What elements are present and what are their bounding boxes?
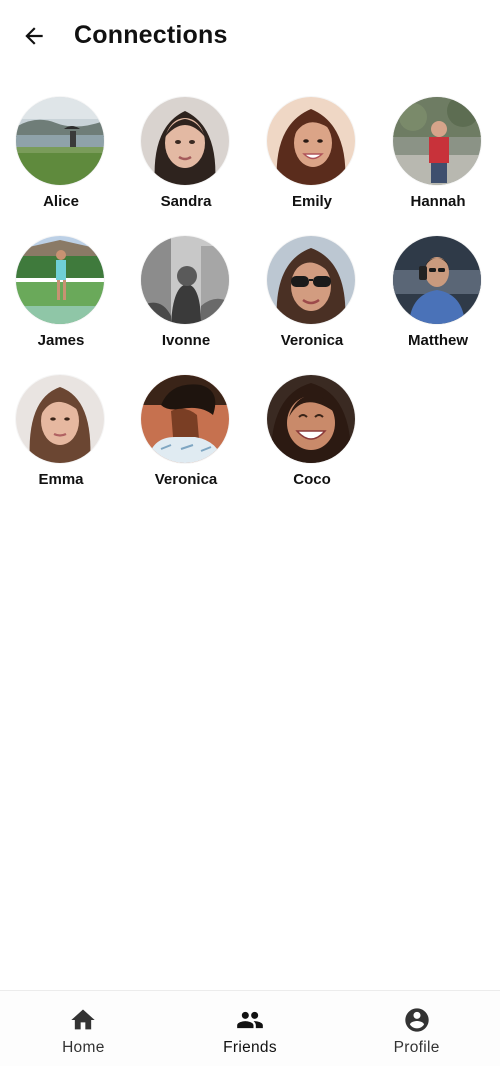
connection-item[interactable]: Hannah (383, 97, 493, 217)
connection-name: Veronica (280, 332, 344, 349)
connection-item[interactable]: Emily (257, 97, 367, 217)
avatar (141, 236, 229, 324)
connection-name: Matthew (408, 332, 468, 349)
connection-name: Sandra (160, 193, 212, 210)
avatar (267, 375, 355, 463)
app-header: Connections (0, 0, 500, 70)
connection-name: Alice (43, 193, 79, 210)
avatar (393, 97, 481, 185)
connection-name: Emma (38, 471, 84, 488)
arrow-left-icon (25, 27, 43, 45)
connection-item[interactable]: James (6, 236, 116, 356)
connection-item[interactable]: Sandra (131, 97, 241, 217)
connection-item[interactable]: Emma (6, 375, 116, 495)
connection-item[interactable]: Veronica (257, 236, 367, 356)
connection-item[interactable]: Matthew (383, 236, 493, 356)
avatar (141, 97, 229, 185)
avatar (393, 236, 481, 324)
people-icon (237, 1011, 263, 1029)
connection-name: Ivonne (161, 332, 211, 349)
connections-screen: Connections Alice Sandra Emily Hannah Ja… (0, 0, 500, 1066)
connection-name: Veronica (154, 471, 218, 488)
account-circle-icon (405, 1008, 429, 1032)
home-icon (71, 1009, 95, 1030)
connection-name: Coco (293, 471, 331, 488)
connection-item[interactable]: Veronica (131, 375, 241, 495)
avatar (267, 236, 355, 324)
connection-item[interactable]: Ivonne (131, 236, 241, 356)
avatar (267, 97, 355, 185)
connection-item[interactable]: Coco (257, 375, 367, 495)
avatar (16, 97, 104, 185)
nav-home[interactable]: Home (0, 991, 167, 1066)
nav-friends[interactable]: Friends (167, 991, 334, 1066)
avatar (141, 375, 229, 463)
back-button[interactable] (14, 16, 54, 56)
avatar (16, 375, 104, 463)
connection-name: Hannah (410, 193, 466, 210)
connection-name: James (37, 332, 85, 349)
page-title: Connections (74, 21, 228, 49)
nav-home-label: Home (62, 1039, 105, 1056)
nav-friends-label: Friends (223, 1039, 277, 1056)
bottom-navigation: Home Friends Profile (0, 990, 500, 1066)
nav-profile-label: Profile (393, 1039, 440, 1056)
connection-item[interactable]: Alice (6, 97, 116, 217)
avatar (16, 236, 104, 324)
connection-name: Emily (291, 193, 333, 210)
nav-profile[interactable]: Profile (333, 991, 500, 1066)
